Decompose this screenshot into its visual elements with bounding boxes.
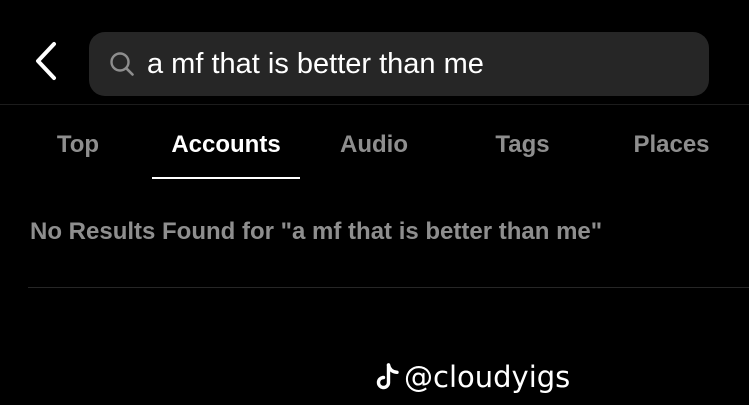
- results-divider: [28, 287, 749, 288]
- active-tab-indicator: [152, 177, 300, 179]
- search-icon: [109, 51, 135, 77]
- tab-tags[interactable]: Tags: [448, 112, 597, 178]
- watermark-handle: @cloudyigs: [404, 360, 571, 394]
- tab-places[interactable]: Places: [597, 112, 746, 178]
- search-bar[interactable]: [89, 32, 709, 96]
- tiktok-watermark: @cloudyigs: [376, 358, 570, 396]
- no-results-message: No Results Found for "a mf that is bette…: [30, 218, 603, 245]
- tiktok-icon: [376, 363, 400, 391]
- search-input[interactable]: [147, 44, 709, 84]
- chevron-left-icon: [34, 41, 58, 86]
- tab-accounts[interactable]: Accounts: [152, 112, 300, 178]
- search-tabs: Top Accounts Audio Tags Places: [0, 112, 749, 180]
- header-divider: [0, 104, 749, 105]
- tab-top[interactable]: Top: [4, 112, 152, 178]
- back-button[interactable]: [28, 40, 64, 86]
- tab-audio[interactable]: Audio: [300, 112, 448, 178]
